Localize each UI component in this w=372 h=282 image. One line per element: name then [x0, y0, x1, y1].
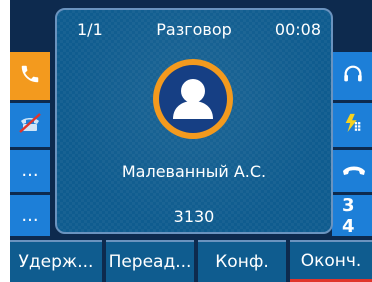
feature-key-headset[interactable]	[332, 52, 372, 100]
phone-screen: ... ... 3 4 1/1 Разговор 00:08 Малеванны…	[10, 0, 372, 282]
transfer-button[interactable]: Переад...	[106, 240, 194, 282]
call-header: 1/1 Разговор 00:08	[57, 20, 331, 46]
softkey-bar: Удерж... Переад... Конф. Оконч.	[10, 240, 372, 282]
line-key-2[interactable]	[10, 103, 50, 147]
phone-hangup-icon	[342, 162, 366, 181]
person-icon	[159, 65, 227, 133]
hold-button[interactable]: Удерж...	[10, 240, 102, 282]
avatar	[153, 59, 233, 139]
call-timer: 00:08	[274, 20, 321, 39]
feature-key-hangup[interactable]	[332, 150, 372, 192]
feature-key-dnd[interactable]	[332, 103, 372, 147]
line-key-3[interactable]: ...	[10, 150, 50, 192]
line-key-4-label: ...	[21, 204, 39, 226]
line-key-4[interactable]: ...	[10, 195, 50, 236]
contact-number: 3130	[173, 207, 215, 226]
headset-icon	[342, 63, 364, 89]
line-key-3-label: ...	[21, 160, 39, 181]
line-key-1[interactable]	[10, 52, 50, 100]
speed-dial-label: 3 4	[342, 194, 355, 237]
left-line-rail: ... ...	[10, 0, 50, 236]
end-call-button[interactable]: Оконч.	[290, 240, 372, 282]
dnd-icon	[342, 112, 364, 138]
conference-button[interactable]: Конф.	[198, 240, 286, 282]
feature-key-speed-dial[interactable]: 3 4	[332, 194, 372, 237]
contact-name: Малеванный А.С.	[121, 162, 267, 181]
phone-muted-icon	[18, 112, 42, 138]
right-feature-rail: 3 4	[332, 0, 372, 237]
call-panel: 1/1 Разговор 00:08 Малеванный А.С. 3130	[55, 8, 333, 234]
phone-handset-icon	[19, 63, 41, 89]
